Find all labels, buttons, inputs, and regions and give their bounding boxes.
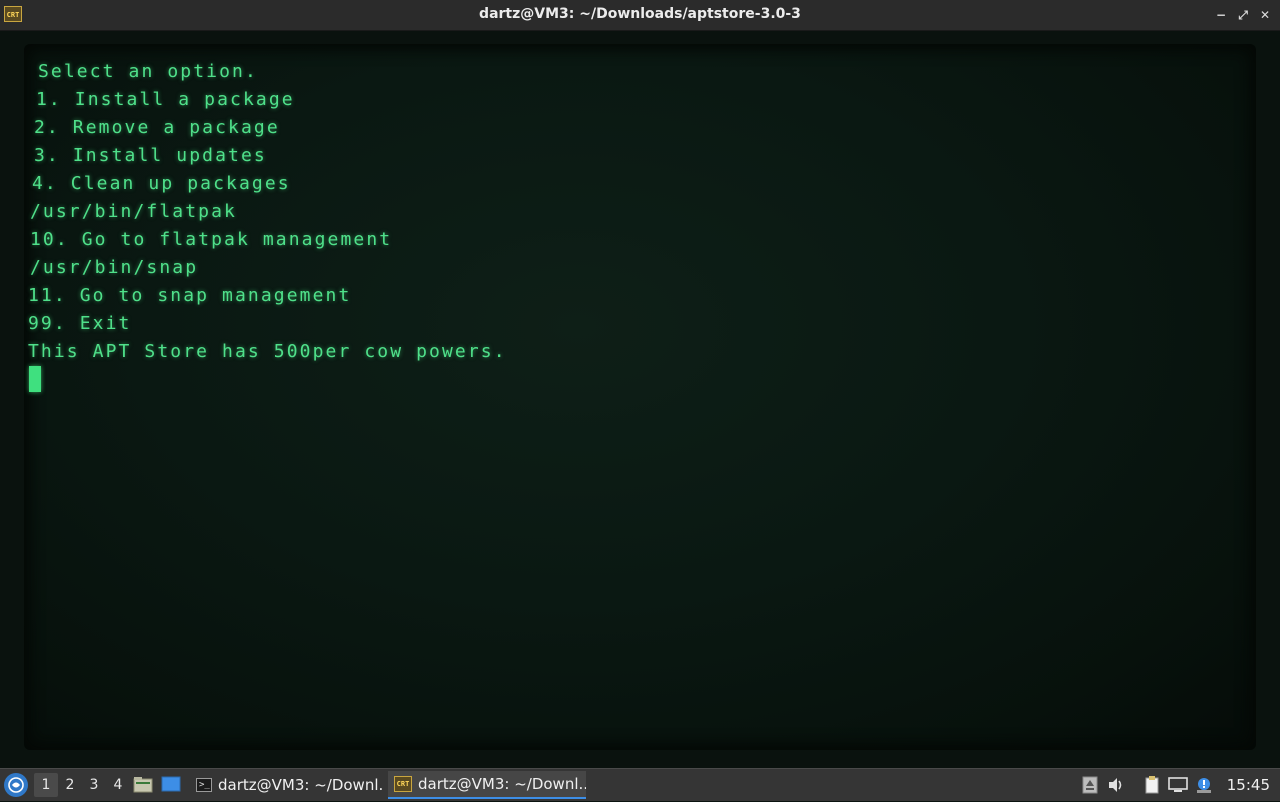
terminal-line: 4. Clean up packages [32,173,291,194]
terminal-icon: >_ [196,778,212,792]
terminal-line: /usr/bin/flatpak [30,201,237,222]
show-desktop-icon[interactable] [160,773,182,795]
terminal-line: 1. Install a package [36,89,295,110]
clipboard-icon[interactable] [1139,772,1165,798]
window-title: dartz@VM3: ~/Downloads/aptstore-3.0-3 [479,6,801,22]
desktop-switcher: 1 2 3 4 [34,773,130,797]
file-manager-icon[interactable] [132,773,154,795]
quick-launch [132,773,182,795]
minimize-button[interactable]: − [1212,6,1230,24]
taskbar: 1 2 3 4 >_ dartz@VM3: ~/Downl... CRT dar… [0,768,1280,801]
terminal-cursor [29,366,41,392]
cool-retro-term-icon: CRT [394,776,412,792]
maximize-button[interactable]: ⤢ [1234,6,1252,24]
desktop-button-3[interactable]: 3 [82,773,106,797]
terminal-line: 10. Go to flatpak management [30,229,393,250]
window-titlebar[interactable]: CRT dartz@VM3: ~/Downloads/aptstore-3.0-… [0,0,1280,31]
taskbar-task[interactable]: >_ dartz@VM3: ~/Downl... [190,771,384,799]
terminal-line: 99. Exit [28,313,132,334]
terminal-output: Select an option. 1. Install a package 2… [28,58,507,366]
update-notifier-icon[interactable] [1191,772,1217,798]
terminal-line: This APT Store has 500per cow powers. [28,341,507,362]
task-label: dartz@VM3: ~/Downl... [218,776,384,794]
terminal-line: /usr/bin/snap [30,257,199,278]
taskbar-task-active[interactable]: CRT dartz@VM3: ~/Downl... [388,771,586,799]
terminal-line: Select an option. [38,61,258,82]
window-controls: − ⤢ ✕ [1212,6,1274,24]
terminal-line: 11. Go to snap management [28,285,352,306]
close-button[interactable]: ✕ [1256,6,1274,24]
terminal-line: 3. Install updates [34,145,267,166]
network-icon[interactable] [1165,772,1191,798]
desktop-button-2[interactable]: 2 [58,773,82,797]
lxqt-start-icon [8,777,24,793]
volume-icon[interactable] [1103,772,1129,798]
terminal-window: CRT dartz@VM3: ~/Downloads/aptstore-3.0-… [0,0,1280,768]
system-tray: 15:45 [1077,769,1280,801]
terminal-line: 2. Remove a package [34,117,280,138]
clock[interactable]: 15:45 [1227,776,1270,794]
desktop-button-4[interactable]: 4 [106,773,130,797]
network-upload-icon[interactable] [1077,772,1103,798]
task-label: dartz@VM3: ~/Downl... [418,775,586,793]
start-menu-button[interactable] [4,773,28,797]
desktop-button-1[interactable]: 1 [34,773,58,797]
